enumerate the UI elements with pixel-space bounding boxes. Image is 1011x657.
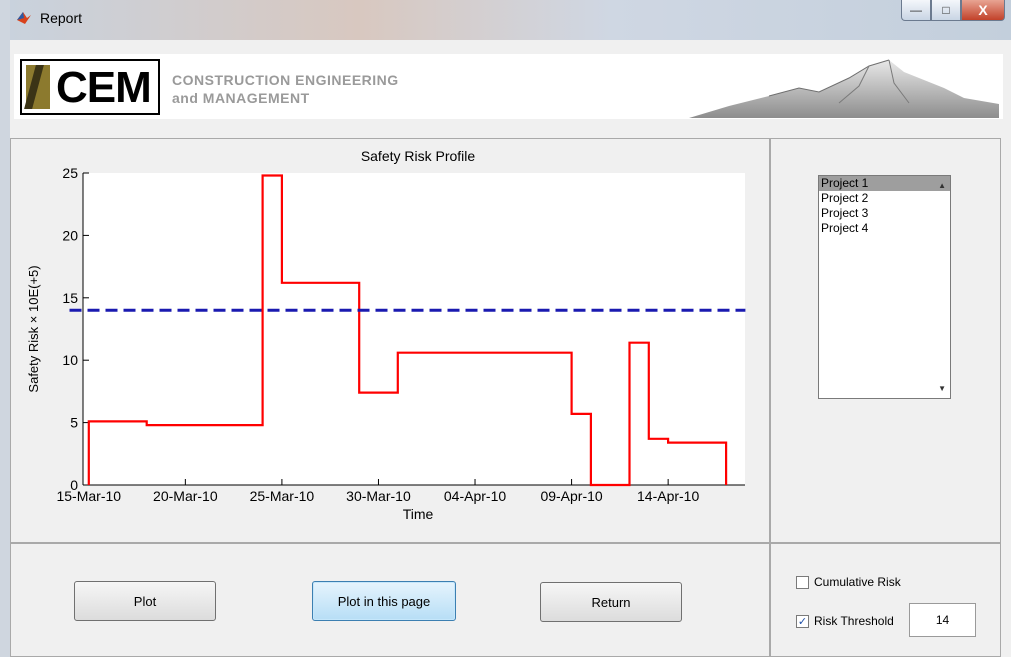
cem-banner: CEM CONSTRUCTION ENGINEERING and MANAGEM… <box>14 54 1003 119</box>
close-icon: X <box>978 2 988 18</box>
x-tick-label: 20-Mar-10 <box>153 488 218 504</box>
x-tick-label: 15-Mar-10 <box>56 488 121 504</box>
cumulative-risk-label: Cumulative Risk <box>814 575 901 589</box>
y-tick-label: 25 <box>62 165 78 181</box>
checkmark-icon: ✓ <box>797 615 808 628</box>
banner-title-line2: and MANAGEMENT <box>172 90 310 106</box>
mountains-image <box>689 59 999 118</box>
project-list-item[interactable]: Project 2 <box>819 191 950 206</box>
scroll-up-arrow-icon[interactable]: ▲ <box>938 181 946 190</box>
plot-button-label: Plot <box>133 593 157 609</box>
cem-logo: CEM <box>20 59 160 115</box>
maximize-button[interactable]: □ <box>931 0 961 21</box>
project-list-items: Project 1 Project 2 Project 3 Project 4 <box>819 176 950 236</box>
minimize-button[interactable]: — <box>901 0 931 21</box>
maximize-icon: □ <box>942 3 950 17</box>
window-controls: — □ X <box>901 0 1005 22</box>
y-axis-label: Safety Risk × 10E(+5) <box>26 265 41 392</box>
project-list-item[interactable]: Project 4 <box>819 221 950 236</box>
risk-threshold-input[interactable] <box>909 603 976 637</box>
logo-text: CEM <box>56 63 152 112</box>
window-title: Report <box>40 10 83 26</box>
x-tick-label: 25-Mar-10 <box>250 488 315 504</box>
risk-threshold-label: Risk Threshold <box>814 614 894 628</box>
y-tick-label: 15 <box>62 290 78 306</box>
cumulative-risk-option[interactable]: Cumulative Risk <box>796 575 901 589</box>
risk-threshold-option[interactable]: ✓ Risk Threshold <box>796 614 894 628</box>
project-list-item[interactable]: Project 1 <box>819 176 950 191</box>
risk-threshold-checkbox[interactable]: ✓ <box>796 614 809 628</box>
window-left-edge <box>0 0 10 657</box>
return-button[interactable]: Return <box>540 582 682 622</box>
project-list-item[interactable]: Project 3 <box>819 206 950 221</box>
x-tick-label: 04-Apr-10 <box>444 488 506 504</box>
options-panel <box>770 543 1001 657</box>
chart-title: Safety Risk Profile <box>361 148 476 164</box>
plot-button[interactable]: Plot <box>74 581 216 621</box>
x-tick-label: 30-Mar-10 <box>346 488 411 504</box>
cumulative-risk-checkbox[interactable] <box>796 575 809 589</box>
y-tick-label: 5 <box>70 415 78 431</box>
scroll-down-arrow-icon[interactable]: ▼ <box>938 384 946 393</box>
plot-area <box>83 173 745 485</box>
plot-in-page-button-label: Plot in this page <box>337 593 431 609</box>
logo-graphic <box>26 65 50 109</box>
title-bar: Report — □ X <box>10 0 1011 40</box>
matlab-icon <box>16 9 32 25</box>
safety-risk-chart: Safety Risk Profile Time Safety Risk × 1… <box>26 148 746 522</box>
plot-in-page-button[interactable]: Plot in this page <box>312 581 456 621</box>
x-axis-label: Time <box>403 506 434 522</box>
y-tick-label: 10 <box>62 352 78 368</box>
x-tick-label: 14-Apr-10 <box>637 488 699 504</box>
project-listbox[interactable]: Project 1 Project 2 Project 3 Project 4 ▲ ▼ <box>818 175 951 399</box>
banner-title-line1: CONSTRUCTION ENGINEERING <box>172 72 399 88</box>
x-tick-label: 09-Apr-10 <box>540 488 602 504</box>
minimize-icon: — <box>910 3 922 17</box>
y-tick-label: 20 <box>62 227 78 243</box>
return-button-label: Return <box>591 594 631 610</box>
close-button[interactable]: X <box>961 0 1005 21</box>
